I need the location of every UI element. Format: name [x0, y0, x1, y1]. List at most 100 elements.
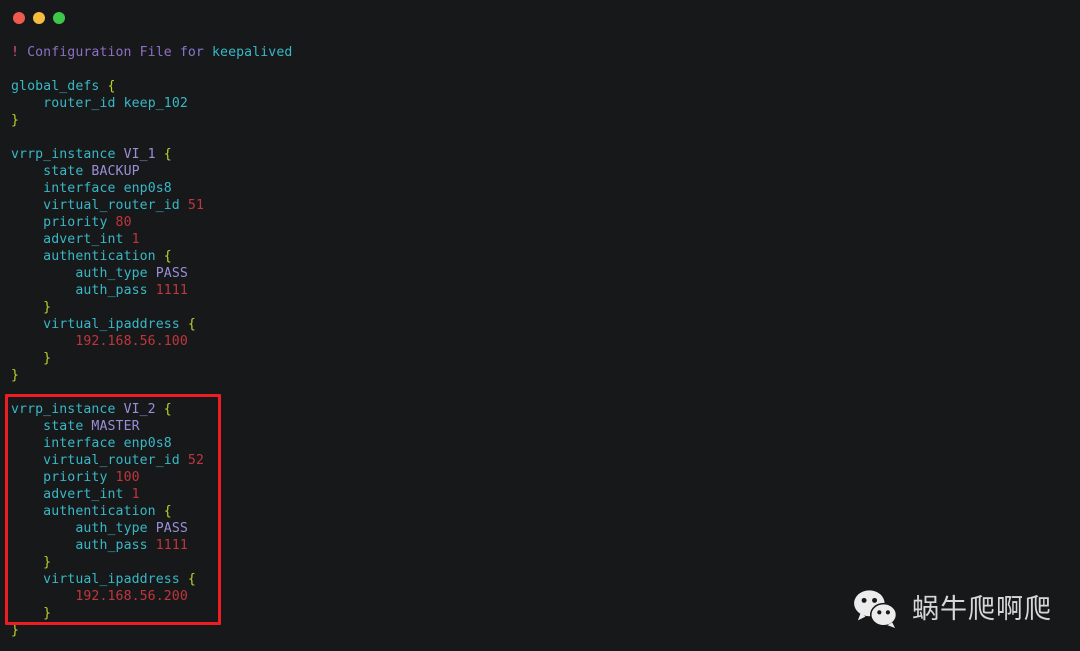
code-line: virtual_ipaddress {: [0, 571, 1080, 588]
comment-text: Configuration File: [19, 45, 172, 60]
close-brace: }: [43, 300, 52, 315]
config-key: auth_pass: [75, 538, 148, 553]
terminal-window: ! Configuration File for keepalived globa…: [0, 0, 1080, 651]
comment-marker: !: [11, 45, 20, 60]
config-file-content[interactable]: ! Configuration File for keepalived globa…: [0, 44, 1080, 639]
close-brace: }: [11, 368, 20, 383]
open-brace: {: [163, 504, 172, 519]
window-titlebar: [0, 0, 1080, 36]
open-brace: {: [187, 572, 196, 587]
window-close-button[interactable]: [13, 12, 25, 24]
config-key: virtual_ipaddress: [43, 572, 180, 587]
config-key: interface: [43, 181, 116, 196]
wechat-icon: [854, 590, 898, 629]
config-key: virtual_router_id: [43, 453, 180, 468]
open-brace: {: [163, 402, 172, 417]
code-line: auth_pass 1111: [0, 537, 1080, 554]
watermark-text: 蜗牛爬啊爬: [912, 593, 1052, 625]
config-key: auth_pass: [75, 283, 148, 298]
code-line: ! Configuration File for keepalived: [0, 44, 1080, 61]
code-line: vrrp_instance VI_2 {: [0, 401, 1080, 418]
code-line: authentication {: [0, 503, 1080, 520]
code-line: priority 100: [0, 469, 1080, 486]
config-value: 1: [131, 487, 140, 502]
config-value: enp0s8: [123, 181, 172, 196]
open-brace: {: [163, 147, 172, 162]
watermark: 蜗牛爬啊爬: [853, 589, 1052, 629]
code-line: virtual_router_id 52: [0, 452, 1080, 469]
code-line: 192.168.56.100: [0, 333, 1080, 350]
config-key: vrrp_instance: [11, 147, 116, 162]
close-brace: }: [43, 555, 52, 570]
close-brace: }: [43, 351, 52, 366]
config-key: router_id: [43, 96, 116, 111]
config-value: MASTER: [91, 419, 140, 434]
config-key: virtual_router_id: [43, 198, 180, 213]
config-value: 192.168.56.200: [75, 589, 188, 604]
config-value: 1111: [155, 283, 188, 298]
config-value: 192.168.56.100: [75, 334, 188, 349]
config-value: 1: [131, 232, 140, 247]
code-line: state BACKUP: [0, 163, 1080, 180]
config-instance-name: VI_1: [123, 147, 156, 162]
config-value: enp0s8: [123, 436, 172, 451]
code-line: auth_type PASS: [0, 520, 1080, 537]
code-line: virtual_ipaddress {: [0, 316, 1080, 333]
config-value: keep_102: [123, 96, 188, 111]
comment-text: keepalived: [212, 45, 293, 60]
config-value: PASS: [155, 521, 188, 536]
open-brace: {: [163, 249, 172, 264]
code-line: }: [0, 299, 1080, 316]
config-value: PASS: [155, 266, 188, 281]
config-key: vrrp_instance: [11, 402, 116, 417]
code-line: advert_int 1: [0, 231, 1080, 248]
code-line: }: [0, 112, 1080, 129]
config-key: priority: [43, 215, 108, 230]
code-line: state MASTER: [0, 418, 1080, 435]
code-line: interface enp0s8: [0, 180, 1080, 197]
code-line: advert_int 1: [0, 486, 1080, 503]
config-key: virtual_ipaddress: [43, 317, 180, 332]
config-key: priority: [43, 470, 108, 485]
config-value: 100: [115, 470, 140, 485]
code-line: global_defs {: [0, 78, 1080, 95]
code-line: priority 80: [0, 214, 1080, 231]
code-line: }: [0, 554, 1080, 571]
config-value: 80: [115, 215, 132, 230]
config-instance-name: VI_2: [123, 402, 156, 417]
config-key: advert_int: [43, 232, 124, 247]
comment-text: for: [171, 45, 213, 60]
config-key: auth_type: [75, 266, 148, 281]
config-key: authentication: [43, 249, 156, 264]
window-minimize-button[interactable]: [33, 12, 45, 24]
code-line: auth_type PASS: [0, 265, 1080, 282]
code-line: interface enp0s8: [0, 435, 1080, 452]
config-value: 52: [187, 453, 204, 468]
close-brace: }: [11, 623, 20, 638]
config-key: authentication: [43, 504, 156, 519]
close-brace: }: [11, 113, 20, 128]
code-line: router_id keep_102: [0, 95, 1080, 112]
close-brace: }: [43, 606, 52, 621]
config-key: advert_int: [43, 487, 124, 502]
code-line: }: [0, 350, 1080, 367]
config-key: state: [43, 164, 84, 179]
code-line: vrrp_instance VI_1 {: [0, 146, 1080, 163]
config-value: BACKUP: [91, 164, 140, 179]
config-value: 1111: [155, 538, 188, 553]
config-key: interface: [43, 436, 116, 451]
code-line: auth_pass 1111: [0, 282, 1080, 299]
open-brace: {: [187, 317, 196, 332]
config-key: global_defs: [11, 79, 100, 94]
config-key: auth_type: [75, 521, 148, 536]
config-value: 51: [187, 198, 204, 213]
code-line: }: [0, 367, 1080, 384]
code-line: virtual_router_id 51: [0, 197, 1080, 214]
open-brace: {: [107, 79, 116, 94]
config-key: state: [43, 419, 84, 434]
code-line: authentication {: [0, 248, 1080, 265]
window-maximize-button[interactable]: [53, 12, 65, 24]
